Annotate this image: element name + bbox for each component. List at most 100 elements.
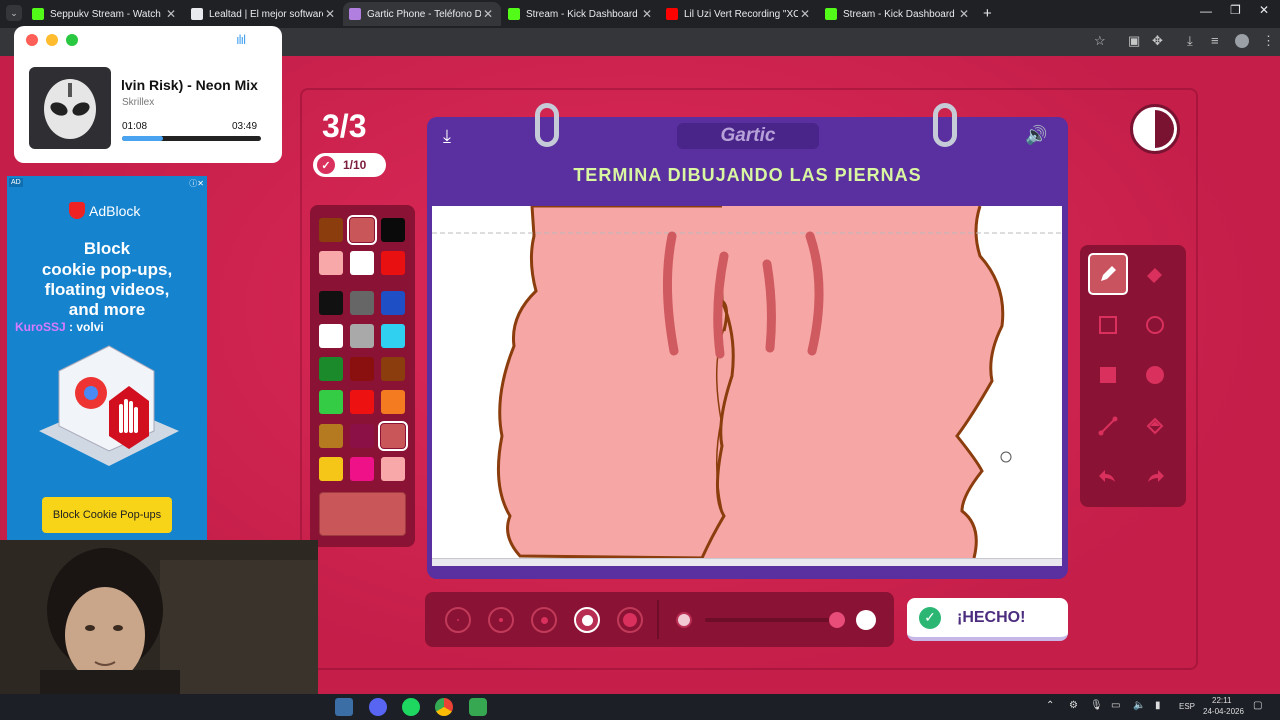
color-swatch[interactable] — [319, 424, 343, 448]
sound-icon[interactable]: 🔊 — [1025, 125, 1047, 146]
battery-icon[interactable]: ▮ — [1155, 700, 1161, 711]
browser-tab[interactable]: Stream - Kick Dashboard ✕ — [819, 2, 977, 26]
brush-options — [425, 592, 894, 647]
color-swatch[interactable] — [350, 357, 374, 381]
brush-size-option[interactable] — [617, 607, 643, 633]
puzzle-icon[interactable]: ✥ — [1152, 33, 1163, 49]
tray-app-icon[interactable]: ⚙ — [1069, 700, 1078, 711]
tab-close-icon[interactable]: ✕ — [798, 7, 812, 21]
maximize-dot-icon[interactable] — [66, 34, 78, 46]
line-tool-icon[interactable] — [1088, 405, 1128, 447]
redo-icon[interactable] — [1135, 456, 1175, 498]
color-swatch[interactable] — [319, 291, 343, 315]
brush-size-option[interactable] — [488, 607, 514, 633]
browser-tab[interactable]: Lealtad | El mejor software para✕ — [185, 2, 343, 26]
color-swatch[interactable] — [381, 218, 405, 242]
color-swatch[interactable] — [350, 390, 374, 414]
tab-title: Stream - Kick Dashboard — [526, 8, 638, 20]
gartic-logo: Gartic — [677, 123, 819, 149]
app-taskbar-icon[interactable] — [335, 698, 353, 716]
tab-close-icon[interactable]: ✕ — [481, 7, 495, 21]
discord-icon[interactable] — [369, 698, 387, 716]
rectangle-fill-tool-icon[interactable] — [1088, 354, 1128, 396]
tab-close-icon[interactable]: ✕ — [164, 7, 178, 21]
close-window-icon[interactable]: ✕ — [1259, 3, 1269, 17]
tab-close-icon[interactable]: ✕ — [957, 7, 971, 21]
network-icon[interactable]: ▭ — [1111, 700, 1120, 711]
color-swatch[interactable] — [378, 421, 408, 451]
language-indicator[interactable]: ESP — [1179, 702, 1195, 711]
color-swatch[interactable] — [319, 251, 343, 275]
clock-date[interactable]: 24-04-2026 — [1203, 707, 1244, 716]
fill-bucket-tool-icon[interactable] — [1135, 405, 1175, 447]
color-swatch[interactable] — [319, 457, 343, 481]
track-progress-bar[interactable] — [122, 136, 261, 141]
color-swatch[interactable] — [381, 324, 405, 348]
browser-tab[interactable]: Stream - Kick Dashboard ✕ — [502, 2, 660, 26]
browser-tab[interactable]: Gartic Phone - Teléfono Desco✕ — [343, 2, 501, 26]
new-tab-button[interactable]: + — [983, 5, 992, 22]
ad-info-icon[interactable]: ⓘ✕ — [189, 178, 204, 189]
color-swatch[interactable] — [319, 324, 343, 348]
restore-icon[interactable]: ❐ — [1230, 3, 1241, 17]
tab-favicon-icon — [191, 8, 203, 20]
ellipse-outline-tool-icon[interactable] — [1135, 304, 1175, 346]
color-swatch[interactable] — [381, 251, 405, 275]
total-time: 03:49 — [232, 121, 258, 132]
color-swatch[interactable] — [381, 390, 405, 414]
download-drawing-icon[interactable]: ⤓ — [443, 126, 451, 147]
color-swatch[interactable] — [350, 251, 374, 275]
tray-chevron-icon[interactable]: ⌃ — [1046, 700, 1054, 711]
drawing-canvas[interactable] — [432, 206, 1062, 558]
color-swatch[interactable] — [350, 457, 374, 481]
color-swatch[interactable] — [381, 357, 405, 381]
extension-icon[interactable]: ▣ — [1128, 33, 1140, 49]
microphone-icon[interactable]: 🎙 — [1090, 700, 1103, 711]
color-swatch[interactable] — [347, 215, 377, 245]
current-color-preview — [319, 492, 406, 536]
bookmark-star-icon[interactable]: ☆ — [1094, 33, 1106, 49]
tab-close-icon[interactable]: ✕ — [323, 7, 337, 21]
minimize-icon[interactable]: — — [1200, 4, 1212, 18]
tab-search-icon[interactable]: ⌄ — [6, 5, 22, 21]
block-cookie-button[interactable]: Block Cookie Pop-ups — [42, 497, 172, 533]
opacity-slider[interactable] — [705, 618, 845, 622]
color-swatch[interactable] — [319, 390, 343, 414]
color-swatch[interactable] — [319, 218, 343, 242]
menu-icon[interactable]: ⋮ — [1262, 33, 1275, 49]
chrome-icon[interactable] — [435, 698, 453, 716]
color-swatch[interactable] — [381, 457, 405, 481]
volume-icon[interactable]: 🔈 — [1133, 700, 1145, 711]
color-swatch[interactable] — [350, 324, 374, 348]
color-swatch[interactable] — [350, 424, 374, 448]
eraser-tool-icon[interactable] — [1135, 253, 1175, 295]
download-icon[interactable]: ⤓ — [1187, 33, 1193, 49]
profile-avatar[interactable] — [1235, 34, 1249, 48]
notebook-ring — [933, 103, 957, 147]
clock-time[interactable]: 22:11 — [1212, 696, 1231, 705]
browser-tab[interactable]: Seppukv Stream - Watch Live o✕ — [26, 2, 184, 26]
brush-size-option[interactable] — [574, 607, 600, 633]
ellipse-fill-tool-icon[interactable] — [1135, 354, 1175, 396]
pencil-tool-icon[interactable] — [1088, 253, 1128, 295]
color-swatch[interactable] — [350, 291, 374, 315]
close-dot-icon[interactable] — [26, 34, 38, 46]
done-button[interactable]: ✓ ¡HECHO! — [907, 598, 1068, 641]
reading-list-icon[interactable]: ≡ — [1211, 33, 1219, 48]
brush-size-option[interactable] — [445, 607, 471, 633]
adblock-logo-icon — [69, 202, 85, 219]
chat-username: KuroSSJ — [15, 320, 66, 334]
obs-icon[interactable] — [469, 698, 487, 716]
spotify-icon[interactable] — [402, 698, 420, 716]
browser-tab[interactable]: Lil Uzi Vert Recording "XO Tour✕ — [660, 2, 818, 26]
brush-size-option[interactable] — [531, 607, 557, 633]
color-swatch[interactable] — [319, 357, 343, 381]
color-swatch[interactable] — [381, 291, 405, 315]
undo-icon[interactable] — [1088, 456, 1128, 498]
notifications-icon[interactable]: ▢ — [1253, 700, 1262, 711]
rectangle-outline-tool-icon[interactable] — [1088, 304, 1128, 346]
opacity-slider-thumb[interactable] — [829, 612, 845, 628]
tab-close-icon[interactable]: ✕ — [640, 7, 654, 21]
music-widget: ılıl lvin Risk) - Neon Mix Skrillex 01:0… — [14, 26, 282, 163]
minimize-dot-icon[interactable] — [46, 34, 58, 46]
